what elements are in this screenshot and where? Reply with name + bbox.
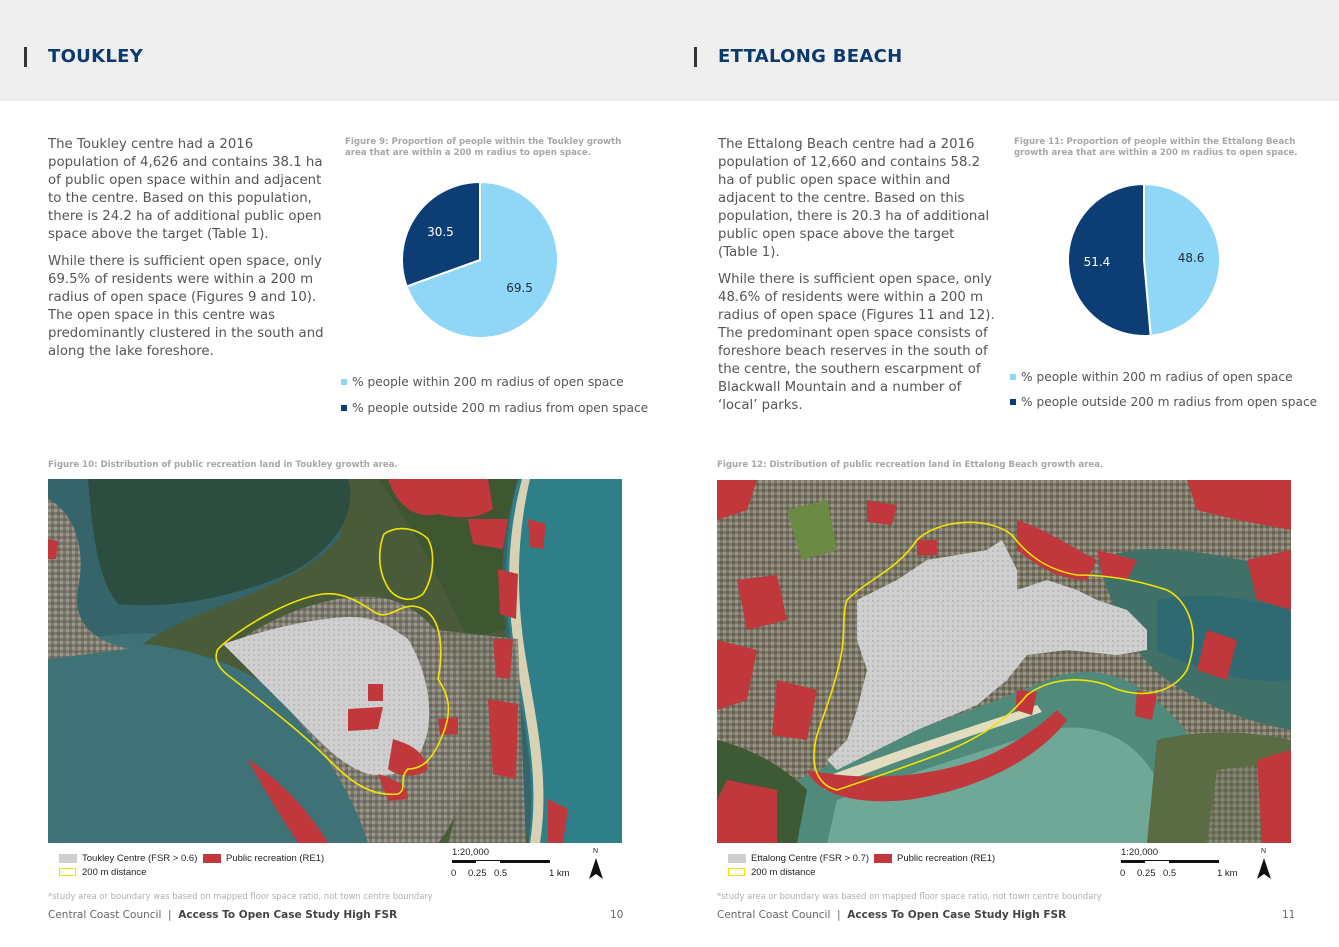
scale-tick: 1 km	[549, 868, 570, 879]
legend-swatch-distance	[728, 868, 745, 876]
legend-swatch	[341, 378, 347, 385]
scale-tick: 0.25	[1137, 868, 1156, 879]
pie-data-label: 51.4	[1084, 255, 1111, 269]
figure-10-caption: Figure 10: Distribution of public recrea…	[48, 460, 398, 470]
legend-item-within: % people within 200 m radius of open spa…	[1010, 370, 1293, 384]
study-area-note: *study area or boundary was based on map…	[48, 891, 433, 901]
section-title-ettalong: ETTALONG BEACH	[718, 46, 903, 67]
paragraph: The Toukley centre had a 2016 population…	[48, 137, 323, 242]
map-legend-distance: 200 m distance	[82, 867, 147, 878]
figure-12-caption: Figure 12: Distribution of public recrea…	[717, 460, 1104, 470]
north-arrow-icon	[1257, 858, 1271, 879]
footer-org: Central Coast Council	[48, 909, 162, 921]
legend-swatch-distance	[59, 868, 76, 876]
pie-data-label: 30.5	[427, 225, 454, 239]
footer: Central Coast Council | Access To Open C…	[48, 909, 397, 921]
page-number: 11	[1282, 909, 1296, 921]
legend-swatch-recreation	[874, 854, 892, 863]
legend-item-outside: % people outside 200 m radius from open …	[341, 401, 648, 415]
legend-swatch	[1010, 373, 1016, 380]
header-band	[0, 0, 1339, 101]
scale-bar-segment	[476, 860, 500, 864]
legend-swatch	[341, 404, 347, 411]
north-arrow-icon	[589, 858, 603, 879]
figure-11-caption: Figure 11: Proportion of people within t…	[1014, 137, 1298, 158]
footer-separator: |	[168, 909, 172, 921]
figure-9-caption: Figure 9: Proportion of people within th…	[345, 137, 622, 158]
body-text-ettalong: The Ettalong Beach centre had a 2016 pop…	[718, 136, 998, 424]
legend-item-within: % people within 200 m radius of open spa…	[341, 375, 624, 389]
study-area-note: *study area or boundary was based on map…	[717, 891, 1102, 901]
scale-ratio: 1:20,000	[452, 847, 489, 858]
pie-chart-toukley: 69.5 30.5	[401, 180, 559, 339]
paragraph: The Ettalong Beach centre had a 2016 pop…	[718, 137, 990, 260]
map-legend-centre: Toukley Centre (FSR > 0.6)	[82, 853, 198, 864]
pie-chart-ettalong: 48.6 51.4	[1067, 182, 1221, 337]
map-legend-distance: 200 m distance	[751, 867, 816, 878]
scale-tick: 0.5	[494, 868, 508, 879]
legend-label: % people outside 200 m radius from open …	[352, 401, 649, 415]
paragraph: While there is sufficient open space, on…	[48, 254, 324, 359]
footer: Central Coast Council | Access To Open C…	[717, 909, 1066, 921]
scale-tick: 0.5	[1163, 868, 1177, 879]
paragraph: While there is sufficient open space, on…	[718, 272, 995, 413]
pie-data-label: 69.5	[506, 281, 533, 295]
scale-tick: 0	[451, 868, 457, 879]
legend-swatch-recreation	[203, 854, 221, 863]
map-toukley	[48, 479, 622, 843]
scale-tick: 0.25	[468, 868, 487, 879]
scale-tick: 0	[1120, 868, 1126, 879]
legend-label: % people within 200 m radius of open spa…	[352, 375, 624, 389]
north-label: N	[593, 848, 599, 855]
section-marker	[694, 47, 697, 67]
footer-doc-title: Access To Open Case Study High FSR	[847, 909, 1067, 921]
footer-org: Central Coast Council	[717, 909, 831, 921]
scale-bar	[452, 860, 550, 864]
section-marker	[24, 47, 27, 67]
scale-tick: 1 km	[1217, 868, 1238, 879]
map-ettalong	[717, 480, 1291, 843]
footer-separator: |	[837, 909, 841, 921]
scale-bar-segment	[1145, 860, 1169, 864]
section-title-toukley: TOUKLEY	[48, 46, 144, 67]
legend-swatch-centre	[728, 854, 746, 863]
scale-ratio: 1:20,000	[1121, 847, 1158, 858]
legend-item-outside: % people outside 200 m radius from open …	[1010, 395, 1317, 409]
legend-label: % people outside 200 m radius from open …	[1021, 395, 1318, 409]
legend-label: % people within 200 m radius of open spa…	[1021, 370, 1293, 384]
map-legend-recreation: Public recreation (RE1)	[226, 853, 325, 864]
map-legend-recreation: Public recreation (RE1)	[897, 853, 996, 864]
scale-bar	[1121, 860, 1219, 864]
footer-doc-title: Access To Open Case Study High FSR	[178, 909, 398, 921]
page-number: 10	[610, 909, 624, 921]
body-text-toukley: The Toukley centre had a 2016 population…	[48, 136, 326, 370]
north-label: N	[1261, 848, 1267, 855]
legend-swatch	[1010, 398, 1016, 405]
map-legend-centre: Ettalong Centre (FSR > 0.7)	[751, 853, 870, 864]
legend-swatch-centre	[59, 854, 77, 863]
pie-data-label: 48.6	[1178, 251, 1205, 265]
